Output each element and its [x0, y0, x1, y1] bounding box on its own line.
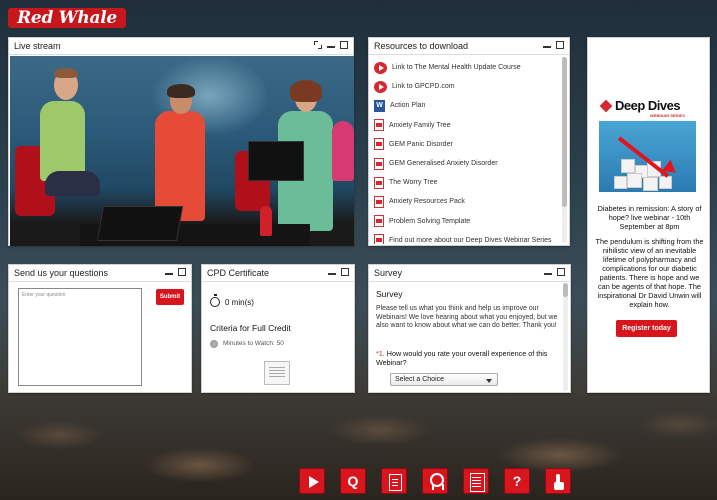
play-icon[interactable] [299, 468, 325, 494]
criteria-radio [210, 340, 218, 348]
survey-title: Survey [374, 268, 403, 278]
resource-item[interactable]: GEM Generalised Anxiety Disorder [370, 154, 562, 173]
maximize-icon[interactable] [340, 41, 348, 49]
live-stream-title: Live stream [14, 41, 61, 51]
resources-panel: Resources to download Link to The Mental… [368, 37, 570, 246]
presenter-2 [155, 111, 205, 221]
questions-header: Send us your questions [9, 265, 191, 282]
survey-scrollbar[interactable] [563, 283, 568, 391]
pdf-icon [374, 176, 384, 189]
minutes-to-watch: Minutes to Watch: 50 [223, 340, 284, 347]
certificate-icon[interactable] [264, 361, 290, 385]
resource-item[interactable]: The Worry Tree [370, 173, 562, 192]
pdf-icon [374, 234, 384, 244]
fullscreen-icon[interactable] [314, 41, 322, 49]
red-whale-logo: Red Whale [8, 8, 126, 28]
video-player[interactable] [10, 56, 354, 246]
resources-list: Link to The Mental Health Update Course … [370, 56, 562, 244]
document-icon[interactable] [381, 468, 407, 494]
questions-panel: Send us your questions Enter your questi… [8, 264, 192, 393]
minutes-watched: 0 min(s) [225, 298, 254, 307]
survey-panel: Survey Survey Please tell us what you th… [368, 264, 571, 393]
submit-button[interactable]: Submit [156, 289, 184, 305]
resource-item[interactable]: Anxiety Resources Pack [370, 192, 562, 211]
cpd-panel: CPD Certificate 0 min(s) Criteria for Fu… [201, 264, 355, 393]
register-button[interactable]: Register today [616, 320, 677, 337]
resources-header: Resources to download [369, 38, 569, 55]
resource-item[interactable]: Link to The Mental Health Update Course [370, 58, 562, 77]
survey-header: Survey [369, 265, 570, 282]
pointer-hand-icon[interactable] [545, 468, 571, 494]
cpd-title: CPD Certificate [207, 268, 270, 278]
pdf-icon [374, 195, 384, 208]
maximize-icon[interactable] [178, 268, 186, 276]
resource-item[interactable]: Find out more about our Deep Dives Webin… [370, 231, 562, 244]
pdf-icon [374, 119, 384, 132]
deep-dives-ad-panel: Deep Dives WEBINAR SERIES Diabetes in re… [587, 37, 710, 393]
minimize-icon[interactable] [543, 45, 551, 48]
survey-list-icon[interactable] [463, 468, 489, 494]
criteria-heading: Criteria for Full Credit [210, 323, 291, 333]
resource-item[interactable]: GEM Panic Disorder [370, 135, 562, 154]
bottom-toolbar: Q ? [299, 468, 571, 494]
resource-item[interactable]: Problem Solving Template [370, 212, 562, 231]
maximize-icon[interactable] [556, 41, 564, 49]
resources-title: Resources to download [374, 41, 469, 51]
resource-item[interactable]: Anxiety Family Tree [370, 116, 562, 135]
search-icon[interactable]: Q [340, 468, 366, 494]
minimize-icon[interactable] [165, 272, 173, 275]
stopwatch-icon [210, 294, 220, 307]
pdf-icon [374, 157, 384, 170]
resource-item[interactable]: Link to GPCPD.com [370, 77, 562, 96]
deep-dives-subtitle: WEBINAR SERIES [650, 113, 685, 118]
survey-heading: Survey [376, 289, 403, 299]
question-input[interactable]: Enter your question [18, 288, 142, 386]
ad-image [599, 121, 696, 192]
pdf-icon [374, 138, 384, 151]
word-doc-icon: W [374, 99, 385, 112]
maximize-icon[interactable] [341, 268, 349, 276]
survey-intro: Please tell us what you think and help u… [376, 305, 558, 329]
cpd-header: CPD Certificate [202, 265, 354, 282]
live-stream-panel: Live stream [8, 37, 354, 246]
maximize-icon[interactable] [557, 268, 565, 276]
video-link-icon [374, 80, 387, 93]
questions-title: Send us your questions [14, 268, 109, 278]
minimize-icon[interactable] [327, 45, 335, 48]
help-icon[interactable]: ? [504, 468, 530, 494]
certificate-award-icon[interactable] [422, 468, 448, 494]
live-stream-header: Live stream [9, 38, 353, 55]
ad-body: The pendulum is shifting from the nihili… [595, 237, 704, 309]
minimize-icon[interactable] [328, 272, 336, 275]
pdf-icon [374, 215, 384, 228]
deep-dives-logo: Deep Dives [599, 98, 681, 113]
survey-question: *1. How would you rate your overall expe… [376, 349, 548, 367]
resources-scrollbar[interactable] [562, 57, 567, 243]
video-link-icon [374, 61, 387, 74]
minimize-icon[interactable] [544, 272, 552, 275]
ad-title: Diabetes in remission: A story of hope? … [597, 204, 702, 231]
rating-select[interactable]: Select a Choice [390, 373, 498, 386]
resource-item[interactable]: W Action Plan [370, 96, 562, 115]
presenter-1 [40, 101, 85, 181]
